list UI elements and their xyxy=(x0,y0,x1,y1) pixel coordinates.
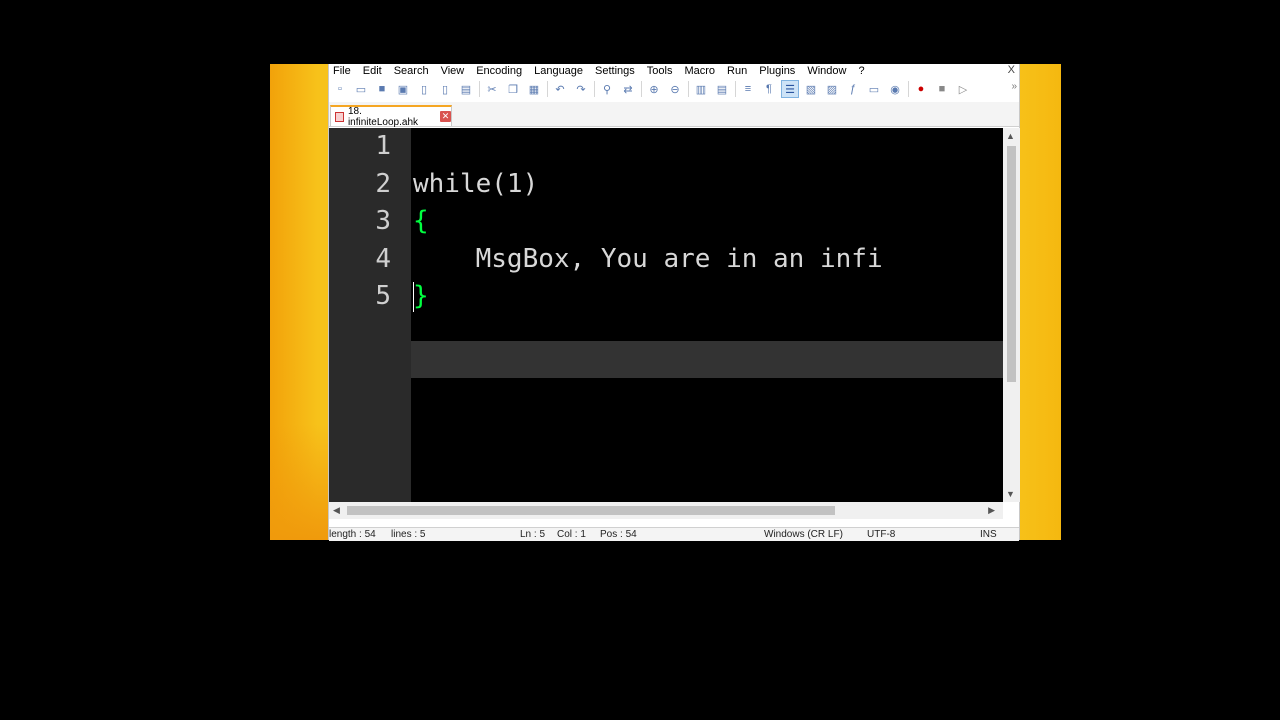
close-file-icon[interactable]: ▯ xyxy=(415,80,433,98)
sync-horizontal-icon[interactable]: ▤ xyxy=(713,80,731,98)
zoom-out-icon[interactable]: ⊖ xyxy=(666,80,684,98)
stop-macro-icon[interactable]: ■ xyxy=(933,80,951,98)
open-file-icon[interactable]: ▭ xyxy=(352,80,370,98)
status-ln: Ln : 5 xyxy=(520,529,546,540)
scroll-right-icon[interactable]: ▶ xyxy=(988,505,995,516)
status-pos: Pos : 54 xyxy=(600,529,637,540)
vertical-scroll-thumb[interactable] xyxy=(1007,146,1016,382)
line-number: 4 xyxy=(375,244,391,274)
code-line: } xyxy=(413,281,429,311)
toolbar: ▫ ▭ ■ ▣ ▯ ▯ ▤ ✂ ❐ ▦ ↶ ↷ ⚲ ⇄ ⊕ ⊖ ▥ ▤ ≡ ¶ … xyxy=(329,78,1019,100)
redo-icon[interactable]: ↷ xyxy=(572,80,590,98)
tab-bar: 18. infiniteLoop.ahk ✕ xyxy=(329,102,1019,128)
line-number: 2 xyxy=(375,169,391,199)
new-file-icon[interactable]: ▫ xyxy=(331,80,349,98)
sync-vertical-icon[interactable]: ▥ xyxy=(692,80,710,98)
code-editor[interactable]: 1 2 3 4 5 while(1) { MsgBox, You are in … xyxy=(329,128,1003,502)
line-number: 1 xyxy=(375,131,391,161)
menu-macro[interactable]: Macro xyxy=(678,64,721,78)
scroll-down-icon[interactable]: ▼ xyxy=(1006,489,1015,499)
toolbar-divider xyxy=(688,81,689,97)
paste-icon[interactable]: ▦ xyxy=(525,80,543,98)
horizontal-scroll-thumb[interactable] xyxy=(347,506,835,515)
toolbar-overflow-icon[interactable]: » xyxy=(1011,81,1017,92)
menu-language[interactable]: Language xyxy=(528,64,589,78)
menu-search[interactable]: Search xyxy=(388,64,435,78)
desktop-gradient xyxy=(270,424,328,540)
undo-icon[interactable]: ↶ xyxy=(551,80,569,98)
cut-icon[interactable]: ✂ xyxy=(483,80,501,98)
show-all-chars-icon[interactable]: ¶ xyxy=(760,80,778,98)
save-all-icon[interactable]: ▣ xyxy=(394,80,412,98)
word-wrap-icon[interactable]: ≡ xyxy=(739,80,757,98)
toolbar-divider xyxy=(735,81,736,97)
menu-edit[interactable]: Edit xyxy=(357,64,388,78)
menu-view[interactable]: View xyxy=(435,64,471,78)
toolbar-divider xyxy=(641,81,642,97)
monitoring-icon[interactable]: ◉ xyxy=(886,80,904,98)
replace-icon[interactable]: ⇄ xyxy=(619,80,637,98)
print-icon[interactable]: ▤ xyxy=(457,80,475,98)
menu-encoding[interactable]: Encoding xyxy=(470,64,528,78)
unsaved-file-icon xyxy=(335,111,344,122)
folder-workspace-icon[interactable]: ▭ xyxy=(865,80,883,98)
vertical-scrollbar[interactable]: ▲ ▼ xyxy=(1003,128,1020,502)
status-bar: length : 54 lines : 5 Ln : 5 Col : 1 Pos… xyxy=(329,527,1019,541)
status-encoding: UTF-8 xyxy=(867,529,896,540)
code-line: { xyxy=(413,206,429,236)
status-col: Col : 1 xyxy=(557,529,586,540)
indent-guide-icon[interactable]: ☰ xyxy=(781,80,799,98)
menu-plugins[interactable]: Plugins xyxy=(753,64,801,78)
copy-icon[interactable]: ❐ xyxy=(504,80,522,98)
tab-label: 18. infiniteLoop.ahk xyxy=(347,105,419,128)
save-icon[interactable]: ■ xyxy=(373,80,391,98)
toolbar-divider xyxy=(547,81,548,97)
menu-file[interactable]: File xyxy=(329,64,357,78)
code-line: while(1) xyxy=(413,169,539,199)
status-insert-mode: INS xyxy=(980,529,997,540)
user-language-icon[interactable]: ▧ xyxy=(802,80,820,98)
menu-help[interactable]: ? xyxy=(852,64,870,78)
status-lines: lines : 5 xyxy=(391,529,426,540)
menu-tools[interactable]: Tools xyxy=(641,64,679,78)
scroll-left-icon[interactable]: ◀ xyxy=(333,505,340,516)
toolbar-divider xyxy=(479,81,480,97)
code-line: MsgBox, You are in an infi xyxy=(413,244,883,274)
notepad-window: File Edit Search View Encoding Language … xyxy=(328,64,1020,541)
document-map-icon[interactable]: ▨ xyxy=(823,80,841,98)
status-eol: Windows (CR LF) xyxy=(764,529,843,540)
close-tab-icon[interactable]: ✕ xyxy=(440,111,451,122)
menu-settings[interactable]: Settings xyxy=(589,64,641,78)
current-line-highlight xyxy=(411,341,1003,378)
record-macro-icon[interactable]: ● xyxy=(912,80,930,98)
close-document-icon[interactable]: X xyxy=(1008,64,1015,77)
line-number-gutter: 1 2 3 4 5 xyxy=(329,128,411,502)
play-macro-icon[interactable]: ▷ xyxy=(954,80,972,98)
toolbar-divider xyxy=(908,81,909,97)
zoom-in-icon[interactable]: ⊕ xyxy=(645,80,663,98)
menu-bar: File Edit Search View Encoding Language … xyxy=(329,64,1019,78)
menu-run[interactable]: Run xyxy=(721,64,753,78)
text-cursor xyxy=(413,282,414,312)
menu-window[interactable]: Window xyxy=(801,64,852,78)
function-list-icon[interactable]: ƒ xyxy=(844,80,862,98)
scroll-up-icon[interactable]: ▲ xyxy=(1006,131,1015,141)
tab-infinite-loop[interactable]: 18. infiniteLoop.ahk ✕ xyxy=(330,105,452,128)
close-all-icon[interactable]: ▯ xyxy=(436,80,454,98)
horizontal-scrollbar[interactable]: ◀ ▶ xyxy=(329,502,1003,519)
find-icon[interactable]: ⚲ xyxy=(598,80,616,98)
toolbar-divider xyxy=(594,81,595,97)
line-number: 3 xyxy=(375,206,391,236)
line-number: 5 xyxy=(375,281,391,311)
status-length: length : 54 xyxy=(329,529,376,540)
